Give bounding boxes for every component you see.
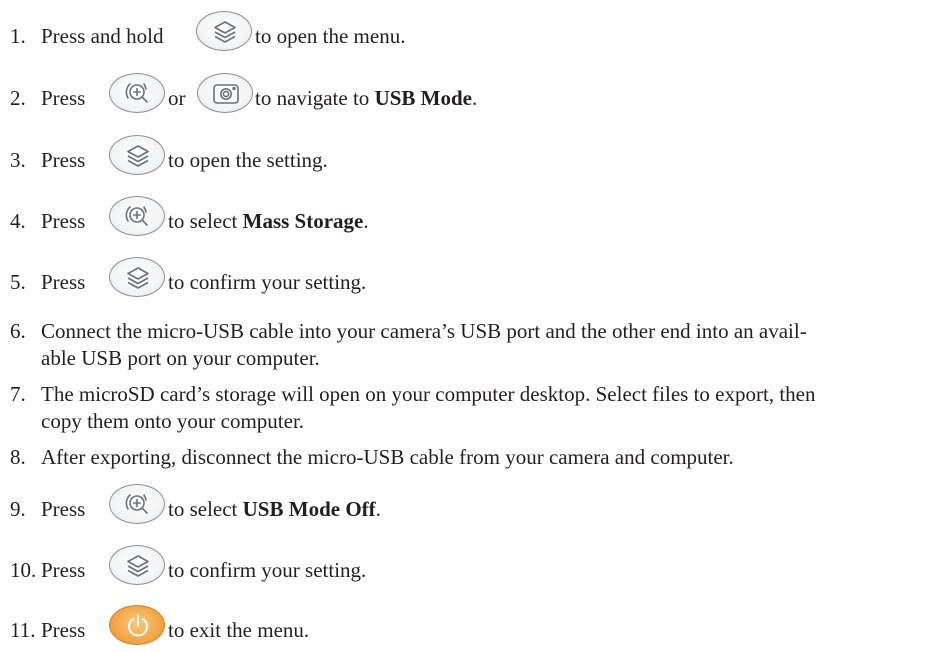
step-6: 6. Connect the micro-USB cable into your… <box>10 318 936 374</box>
zoom-icon <box>125 494 148 514</box>
step-text-end: . <box>472 86 478 110</box>
layers-icon <box>127 555 149 577</box>
setting-name: USB Mode Off <box>242 497 376 521</box>
step-text-part: to navigate to <box>255 86 370 110</box>
step-text: to exit the menu. <box>168 618 310 642</box>
step-7: 7. The microSD card’s storage will open … <box>10 381 936 437</box>
step-text-part: to select <box>168 209 238 233</box>
step-text: to select Mass Storage. <box>168 208 369 235</box>
step-number: 10. <box>10 558 37 582</box>
step-text-line: Connect the micro-USB cable into your ca… <box>41 319 807 343</box>
menu-button <box>109 135 165 175</box>
step-2: 2. Press or to navigate to USB Mode. <box>10 73 936 119</box>
step-text: to confirm your setting. <box>168 270 367 294</box>
step-text: to confirm your setting. <box>168 558 367 582</box>
step-11: 11. Press to exit the menu. <box>10 605 936 651</box>
step-number: 1. <box>10 24 26 48</box>
camera-icon <box>213 84 239 104</box>
layers-icon <box>127 145 149 167</box>
step-text: Press <box>41 148 86 172</box>
zoom-icon <box>125 83 148 103</box>
step-text-part: to select <box>168 497 238 521</box>
zoom-button <box>109 196 165 236</box>
step-text: Press <box>41 86 86 110</box>
step-10: 10. Press to confirm your setting. <box>10 545 936 591</box>
step-number: 7. <box>10 382 26 406</box>
step-number: 4. <box>10 209 26 233</box>
step-8: 8. After exporting, disconnect the micro… <box>10 444 936 472</box>
step-1: 1. Press and hold to open the menu. <box>10 11 936 57</box>
step-text-line: able USB port on your computer. <box>41 346 320 370</box>
camera-button <box>197 73 253 113</box>
step-number: 6. <box>10 319 26 343</box>
zoom-icon <box>125 206 148 226</box>
step-text-line: The microSD card’s storage will open on … <box>41 382 816 406</box>
step-text: or <box>168 86 186 110</box>
step-text-line: After exporting, disconnect the micro-US… <box>41 445 734 469</box>
step-text: Press <box>41 618 86 642</box>
menu-button <box>109 545 165 585</box>
step-text-end: . <box>363 209 369 233</box>
power-button <box>109 605 165 645</box>
step-5: 5. Press to confirm your setting. <box>10 257 936 303</box>
layers-icon <box>127 267 149 289</box>
step-text: Press <box>41 558 86 582</box>
step-text: to open the menu. <box>255 24 406 48</box>
step-9: 9. Press to select USB Mode Off. <box>10 484 936 530</box>
step-number: 5. <box>10 270 26 294</box>
step-text: to navigate to USB Mode. <box>255 85 477 112</box>
step-text: Press <box>41 270 86 294</box>
step-number: 8. <box>10 445 26 469</box>
step-number: 2. <box>10 86 26 110</box>
step-text: to select USB Mode Off. <box>168 496 381 523</box>
step-4: 4. Press to select Mass Storage. <box>10 196 936 242</box>
step-text-line: copy them onto your computer. <box>41 409 305 433</box>
step-text: Press <box>41 209 86 233</box>
step-text: Press <box>41 497 86 521</box>
step-number: 9. <box>10 497 26 521</box>
step-text: to open the setting. <box>168 148 328 172</box>
layers-icon <box>214 21 236 43</box>
setting-name: Mass Storage <box>242 209 364 233</box>
zoom-button <box>109 73 165 113</box>
zoom-button <box>109 484 165 524</box>
step-number: 3. <box>10 148 26 172</box>
step-text: Press and hold <box>41 24 164 48</box>
setting-name: USB Mode <box>374 86 472 110</box>
power-icon <box>128 614 148 637</box>
step-text-end: . <box>375 497 381 521</box>
step-3: 3. Press to open the setting. <box>10 135 936 181</box>
step-number: 11. <box>10 618 36 642</box>
menu-button <box>109 257 165 297</box>
menu-button <box>196 11 252 51</box>
